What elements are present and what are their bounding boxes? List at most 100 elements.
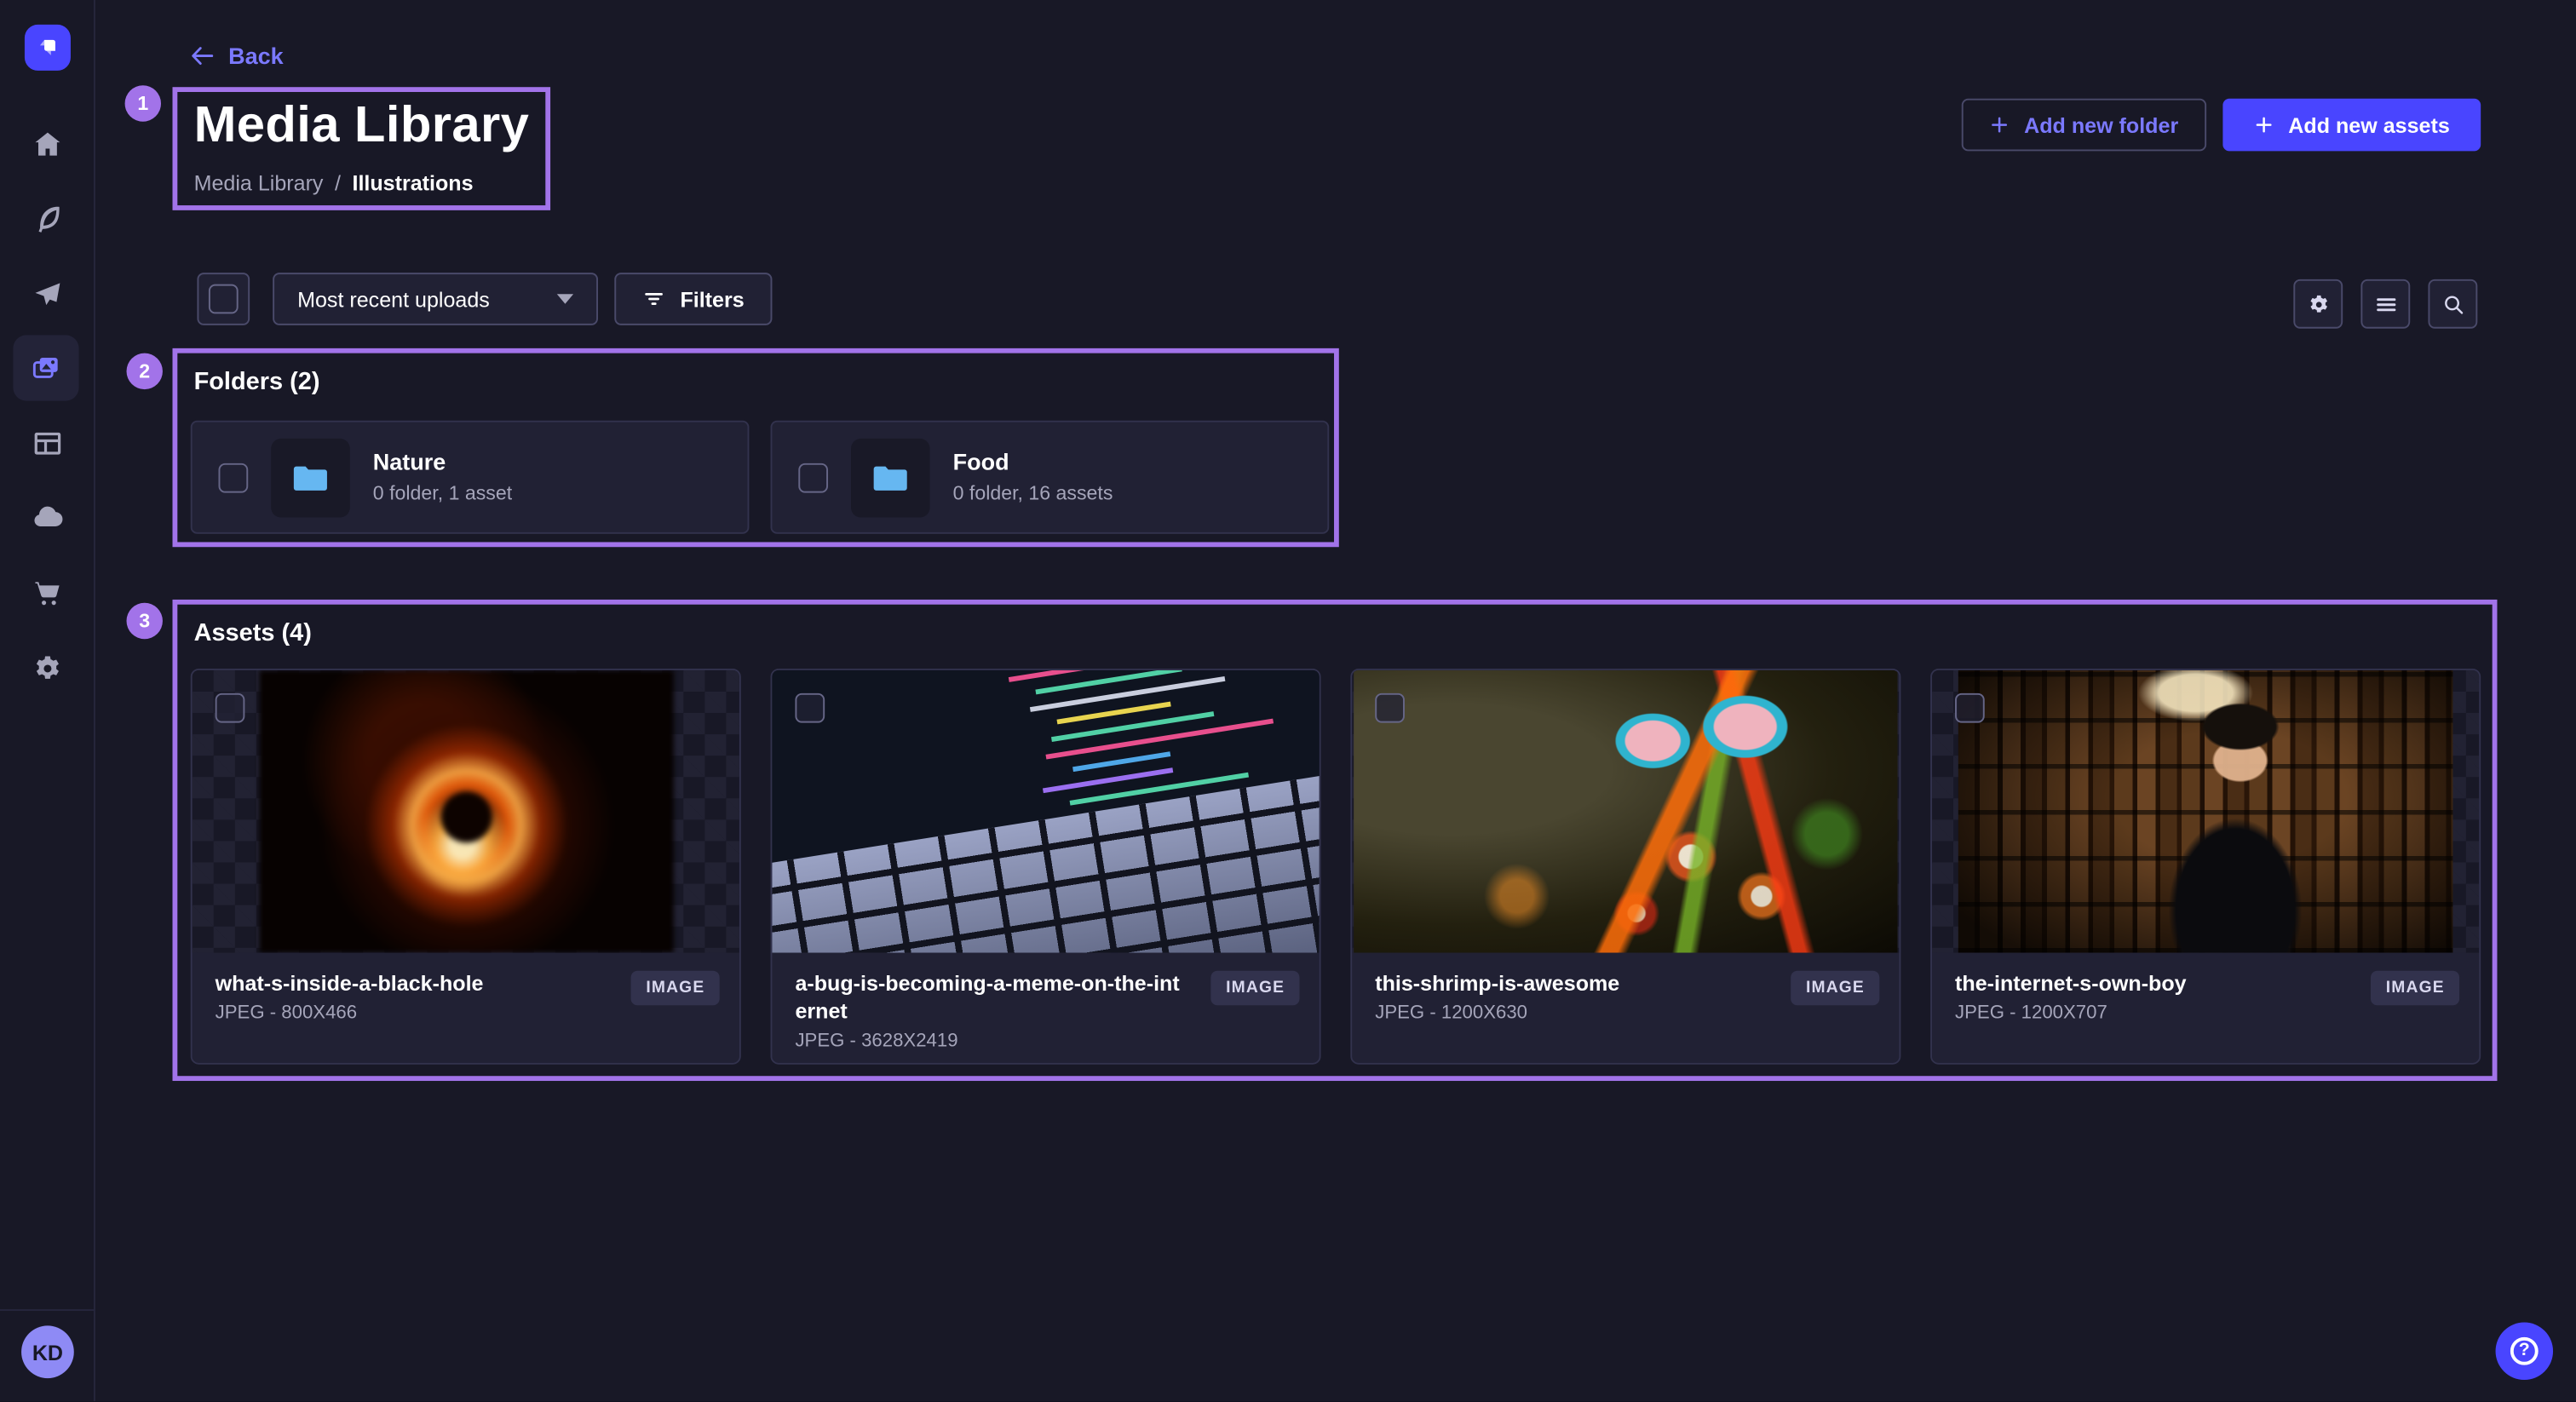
- folder-card-food[interactable]: Food 0 folder, 16 assets: [771, 421, 1330, 534]
- add-new-assets-label: Add new assets: [2288, 112, 2450, 137]
- list-icon: [2373, 291, 2398, 316]
- annotation-region-folders: Folders (2) Nature 0 folder, 1 asset Foo…: [173, 348, 1339, 547]
- folder-name: Nature: [373, 447, 512, 480]
- sidebar-item-marketplace[interactable]: [0, 560, 95, 626]
- folder-meta: 0 folder, 16 assets: [953, 480, 1113, 507]
- folder-checkbox[interactable]: [798, 463, 828, 492]
- black-hole-photo: [259, 670, 673, 953]
- asset-type-badge: IMAGE: [1791, 971, 1880, 1006]
- folder-meta: 0 folder, 1 asset: [373, 480, 512, 507]
- folder-info: Food 0 folder, 16 assets: [953, 447, 1113, 507]
- asset-title: what-s-inside-a-black-hole: [216, 971, 610, 999]
- folder-card-nature[interactable]: Nature 0 folder, 1 asset: [191, 421, 750, 534]
- asset-title: the-internet-s-own-boy: [1955, 971, 2349, 999]
- annotation-badge-2: 2: [127, 353, 163, 389]
- sidebar-item-content-type-builder[interactable]: [0, 411, 95, 476]
- add-new-assets-button[interactable]: Add new assets: [2222, 99, 2481, 152]
- filters-label: Filters: [680, 287, 744, 312]
- library-portrait-photo: [1958, 670, 2453, 953]
- question-mark-icon: ?: [2510, 1337, 2539, 1365]
- search-icon: [2441, 291, 2465, 316]
- sidebar-item-deploy[interactable]: [0, 485, 95, 550]
- home-icon: [32, 128, 65, 161]
- sidebar-item-releases[interactable]: [0, 261, 95, 327]
- asset-thumbnail: [193, 670, 739, 953]
- asset-meta: JPEG - 1200X707: [1955, 1003, 2459, 1023]
- annotation-badge-1: 1: [125, 85, 161, 121]
- asset-footer: the-internet-s-own-boy JPEG - 1200X707 I…: [1932, 953, 2479, 1065]
- select-all-checkbox[interactable]: [209, 284, 239, 314]
- mantis-shrimp-photo: [1354, 670, 1897, 953]
- strapi-logo[interactable]: [25, 25, 71, 71]
- gear-icon: [32, 652, 65, 686]
- breadcrumb: Media Library / Illustrations: [194, 171, 474, 196]
- folder-checkbox[interactable]: [219, 463, 249, 492]
- sidebar-item-home[interactable]: [0, 112, 95, 177]
- filter-icon: [642, 288, 665, 311]
- filters-button[interactable]: Filters: [614, 273, 772, 325]
- sidebar-divider: [0, 1309, 95, 1311]
- folder-name: Food: [953, 447, 1113, 480]
- asset-meta: JPEG - 800X466: [216, 1003, 720, 1023]
- add-new-folder-label: Add new folder: [2024, 112, 2178, 137]
- view-settings-button[interactable]: [2293, 279, 2343, 329]
- user-avatar[interactable]: KD: [21, 1325, 74, 1378]
- asset-title: this-shrimp-is-awesome: [1375, 971, 1769, 999]
- asset-type-badge: IMAGE: [2371, 971, 2459, 1006]
- folders-heading: Folders (2): [194, 368, 320, 396]
- back-arrow-icon: [189, 43, 216, 69]
- asset-thumbnail: [1352, 670, 1899, 953]
- back-link[interactable]: Back: [189, 43, 284, 69]
- cart-icon: [32, 577, 65, 610]
- sidebar: KD: [0, 0, 95, 1401]
- cloud-icon: [32, 501, 65, 534]
- asset-meta: JPEG - 1200X630: [1375, 1003, 1879, 1023]
- asset-title: a-bug-is-becoming-a-meme-on-the-internet: [795, 971, 1189, 1026]
- media-library-icon: [30, 352, 63, 385]
- asset-checkbox[interactable]: [795, 693, 825, 723]
- asset-checkbox[interactable]: [1375, 693, 1405, 723]
- sort-select-value: Most recent uploads: [297, 287, 490, 312]
- folder-tile: [851, 438, 930, 517]
- feather-icon: [32, 202, 65, 235]
- layout-icon: [32, 427, 65, 460]
- annotation-region-assets: Assets (4) what-s-inside-a-black-hole JP…: [173, 600, 2498, 1081]
- folder-icon: [869, 456, 911, 498]
- asset-checkbox[interactable]: [1955, 693, 1985, 723]
- sidebar-item-content-manager[interactable]: [0, 186, 95, 251]
- folder-tile: [271, 438, 350, 517]
- paper-plane-icon: [32, 278, 65, 311]
- sidebar-item-media-library[interactable]: [13, 335, 78, 400]
- asset-checkbox[interactable]: [216, 693, 245, 723]
- folder-info: Nature 0 folder, 1 asset: [373, 447, 512, 507]
- asset-thumbnail: [772, 670, 1319, 953]
- plus-icon: [1990, 115, 2010, 135]
- annotation-badge-3: 3: [127, 603, 163, 639]
- gear-icon: [2306, 291, 2331, 316]
- asset-footer: this-shrimp-is-awesome JPEG - 1200X630 I…: [1352, 953, 1899, 1065]
- breadcrumb-root[interactable]: Media Library: [194, 171, 324, 196]
- asset-thumbnail: [1932, 670, 2479, 953]
- sort-select[interactable]: Most recent uploads: [273, 273, 598, 325]
- page-title: Media Library: [194, 95, 530, 154]
- asset-type-badge: IMAGE: [631, 971, 720, 1006]
- sidebar-item-settings[interactable]: [0, 635, 95, 701]
- laptop-code-photo: [771, 670, 1321, 953]
- back-label: Back: [228, 43, 284, 69]
- chevron-down-icon: [557, 294, 573, 304]
- asset-footer: a-bug-is-becoming-a-meme-on-the-internet…: [772, 953, 1319, 1065]
- asset-card-shrimp[interactable]: this-shrimp-is-awesome JPEG - 1200X630 I…: [1350, 669, 1900, 1065]
- strapi-logo-icon: [35, 35, 61, 61]
- asset-card-bug-meme[interactable]: a-bug-is-becoming-a-meme-on-the-internet…: [771, 669, 1321, 1065]
- breadcrumb-current: Illustrations: [352, 171, 473, 196]
- asset-card-black-hole[interactable]: what-s-inside-a-black-hole JPEG - 800X46…: [191, 669, 741, 1065]
- search-button[interactable]: [2428, 279, 2477, 329]
- add-new-folder-button[interactable]: Add new folder: [1962, 99, 2206, 152]
- asset-card-internets-own-boy[interactable]: the-internet-s-own-boy JPEG - 1200X707 I…: [1930, 669, 2481, 1065]
- help-button[interactable]: ?: [2496, 1323, 2554, 1381]
- asset-type-badge: IMAGE: [1211, 971, 1300, 1006]
- plus-icon: [2254, 115, 2274, 135]
- asset-meta: JPEG - 3628X2419: [795, 1031, 1299, 1051]
- annotation-region-title: Media Library Media Library / Illustrati…: [173, 87, 551, 210]
- list-view-button[interactable]: [2360, 279, 2410, 329]
